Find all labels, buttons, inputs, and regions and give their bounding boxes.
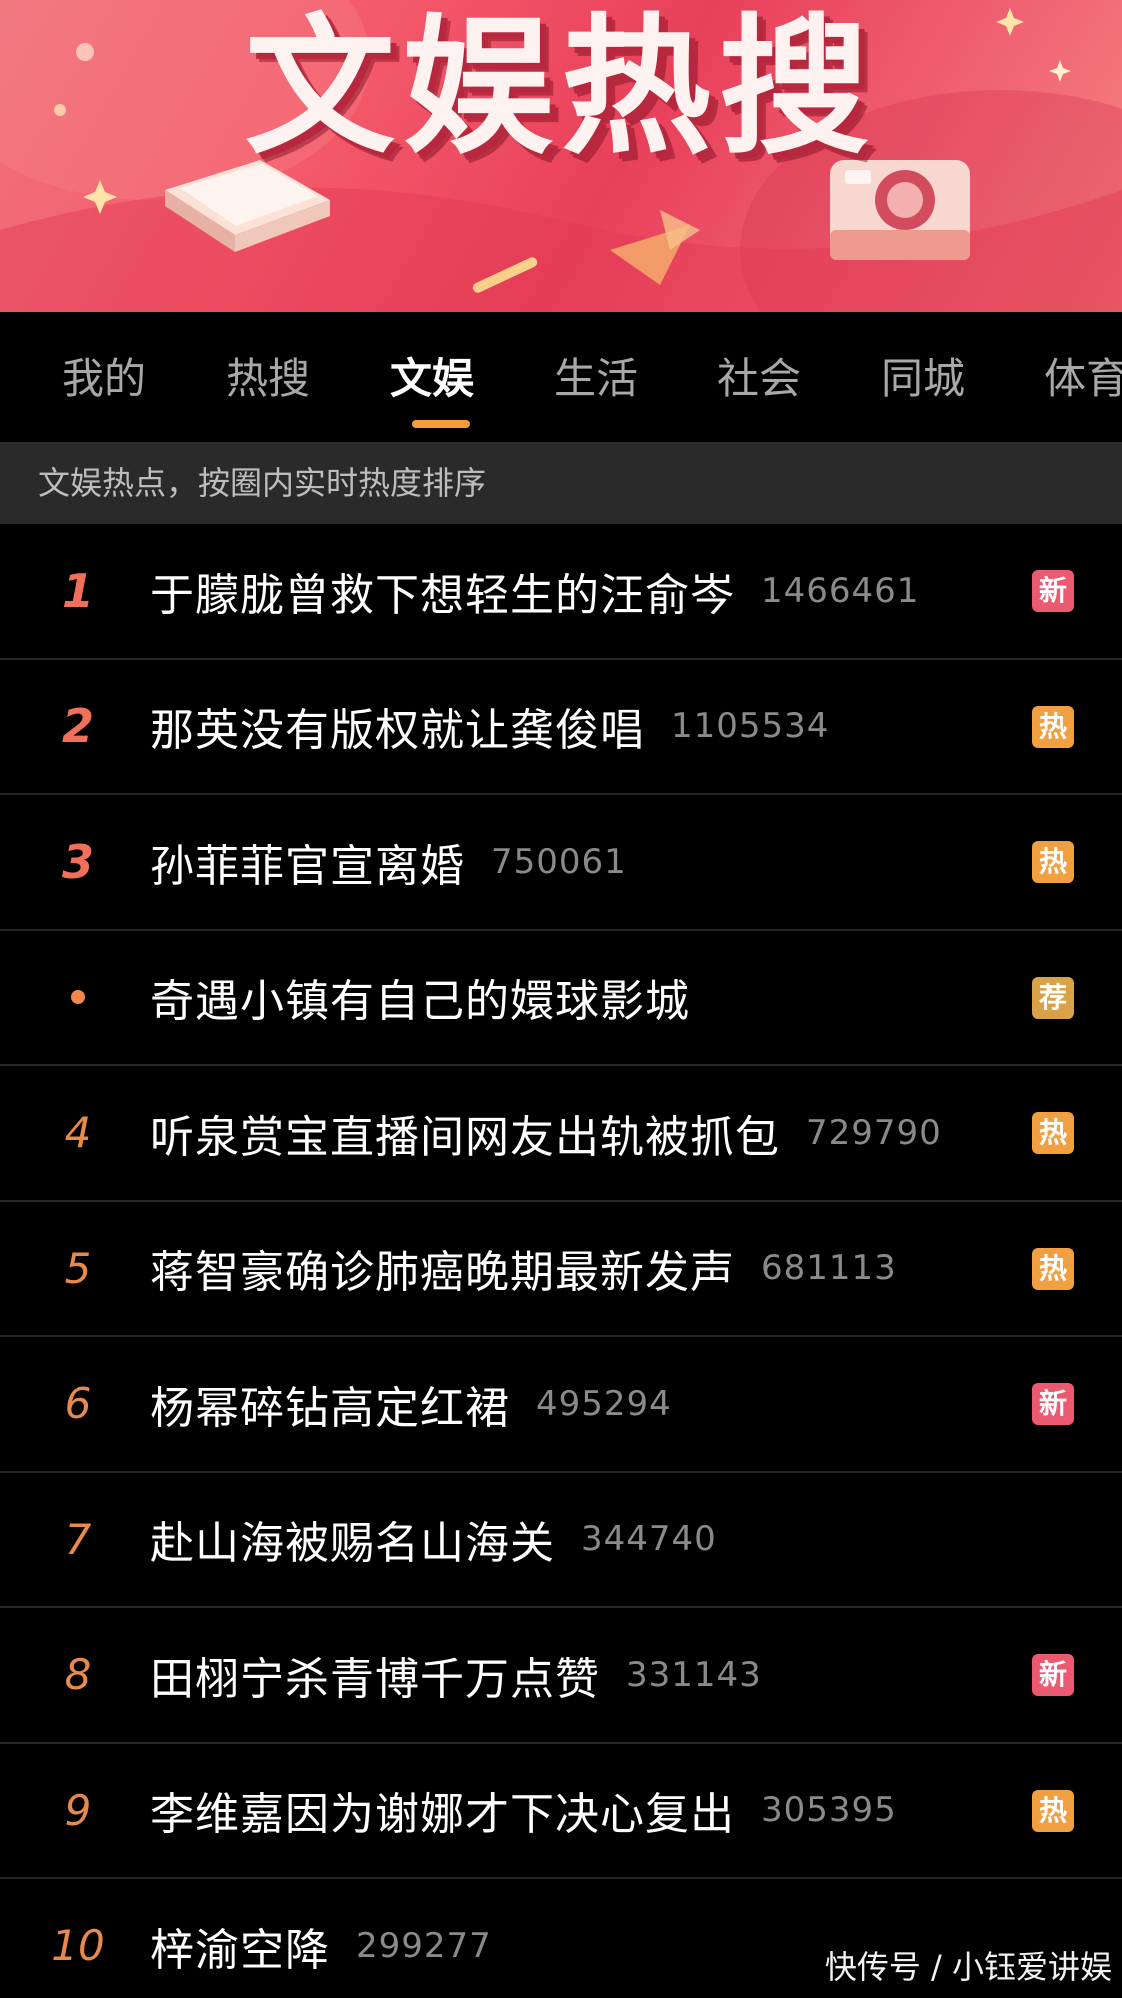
heat-value: 495294 xyxy=(536,1383,672,1424)
tab-society[interactable]: 社会 xyxy=(717,354,801,404)
list-item[interactable]: 3 孙菲菲官宣离婚 750061 热 xyxy=(0,795,1122,931)
heat-value: 750061 xyxy=(491,841,627,882)
category-tabs: 我的 热搜 文娱 生活 社会 同城 体育 xyxy=(0,312,1122,442)
rank-number: 7 xyxy=(64,1514,92,1564)
active-tab-indicator xyxy=(412,420,470,428)
hot-badge: 热 xyxy=(1032,1247,1074,1290)
list-item[interactable]: 奇遇小镇有自己的嬛球影城 荐 xyxy=(0,931,1122,1066)
hot-badge: 热 xyxy=(1032,1112,1074,1154)
list-description-text: 文娱热点，按圈内实时热度排序 xyxy=(38,464,487,502)
rank-number: 6 xyxy=(64,1379,92,1428)
tab-mine[interactable]: 我的 xyxy=(62,354,146,404)
tab-life[interactable]: 生活 xyxy=(554,354,638,404)
rank-number: 1 xyxy=(61,563,94,618)
item-title: 杨幂碎钻高定红裙 xyxy=(150,1382,510,1434)
rank-number: 10 xyxy=(51,1921,105,1970)
item-title: 蒋智豪确诊肺癌晚期最新发声 xyxy=(150,1247,735,1298)
item-title: 梓渝空降 xyxy=(150,1924,330,1976)
list-item[interactable]: 7 赴山海被赐名山海关 344740 xyxy=(0,1473,1122,1608)
list-item[interactable]: 5 蒋智豪确诊肺癌晚期最新发声 681113 热 xyxy=(0,1202,1122,1337)
new-badge: 新 xyxy=(1032,1654,1074,1696)
hot-search-list: 1 于朦胧曾救下想轻生的汪俞岑 1466461 新 2 那英没有版权就让龚俊唱 … xyxy=(0,524,1122,1998)
heat-value: 344740 xyxy=(581,1519,717,1559)
recommended-badge: 荐 xyxy=(1032,976,1074,1019)
tab-local[interactable]: 同城 xyxy=(881,354,965,404)
item-title: 孙菲菲官宣离婚 xyxy=(150,840,465,892)
list-item[interactable]: 2 那英没有版权就让龚俊唱 1105534 热 xyxy=(0,660,1122,795)
rank-number: 3 xyxy=(61,834,94,889)
rank-number: 4 xyxy=(64,1108,92,1157)
item-title: 那英没有版权就让龚俊唱 xyxy=(150,705,645,756)
heat-value: 681113 xyxy=(761,1248,897,1288)
rank-number: 8 xyxy=(64,1650,92,1699)
heat-value: 729790 xyxy=(806,1112,942,1153)
list-item[interactable]: 4 听泉赏宝直播间网友出轨被抓包 729790 热 xyxy=(0,1066,1122,1202)
rank-number: 5 xyxy=(64,1243,92,1293)
hot-search-page: 文娱热搜 我的 热搜 文娱 生活 社会 同城 体育 文娱热点，按圈内实时热度排序… xyxy=(0,0,1122,1998)
heat-value: 305395 xyxy=(761,1790,897,1830)
banner-title: 文娱热搜 xyxy=(244,1,877,175)
item-title: 赴山海被赐名山海关 xyxy=(150,1518,555,1569)
item-title: 听泉赏宝直播间网友出轨被抓包 xyxy=(150,1111,780,1163)
heat-value: 1105534 xyxy=(671,706,830,746)
list-description: 文娱热点，按圈内实时热度排序 xyxy=(0,442,1122,524)
promoted-dot-icon xyxy=(40,931,116,1064)
tab-entertainment[interactable]: 文娱 xyxy=(390,354,474,404)
camera-icon xyxy=(830,160,970,260)
banner: 文娱热搜 xyxy=(0,0,1122,312)
item-title: 于朦胧曾救下想轻生的汪俞岑 xyxy=(150,569,735,621)
new-badge: 新 xyxy=(1032,1383,1074,1425)
hot-badge: 热 xyxy=(1032,705,1074,748)
heat-value: 331143 xyxy=(626,1654,762,1695)
heat-value: 1466461 xyxy=(761,570,920,611)
list-item[interactable]: 9 李维嘉因为谢娜才下决心复出 305395 热 xyxy=(0,1744,1122,1879)
hot-badge: 热 xyxy=(1032,1789,1074,1832)
hot-badge: 热 xyxy=(1032,841,1074,883)
tab-hot-search[interactable]: 热搜 xyxy=(226,354,310,404)
list-item[interactable]: 6 杨幂碎钻高定红裙 495294 新 xyxy=(0,1337,1122,1473)
item-title: 奇遇小镇有自己的嬛球影城 xyxy=(150,976,690,1027)
item-title: 田栩宁杀青博千万点赞 xyxy=(150,1653,600,1705)
watermark: 快传号 / 小钰爱讲娱 xyxy=(824,1948,1112,1986)
rank-number: 2 xyxy=(61,699,94,753)
heat-value: 299277 xyxy=(356,1925,492,1966)
item-title: 李维嘉因为谢娜才下决心复出 xyxy=(150,1789,735,1840)
rank-number: 9 xyxy=(64,1785,92,1835)
list-item[interactable]: 8 田栩宁杀青博千万点赞 331143 新 xyxy=(0,1608,1122,1744)
tab-sports[interactable]: 体育 xyxy=(1044,354,1122,404)
list-item[interactable]: 1 于朦胧曾救下想轻生的汪俞岑 1466461 新 xyxy=(0,524,1122,660)
new-badge: 新 xyxy=(1032,570,1074,612)
